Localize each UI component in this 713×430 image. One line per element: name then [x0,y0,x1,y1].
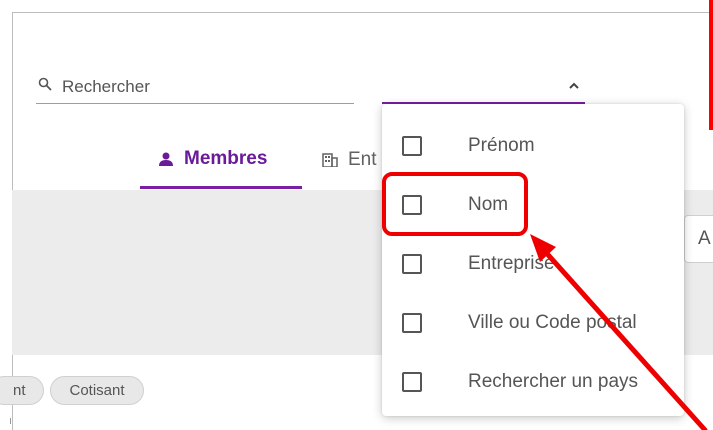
tab-members[interactable]: Membres [140,140,302,189]
chevron-up-icon[interactable] [568,78,580,89]
person-icon [158,152,174,166]
search-icon [38,77,52,91]
option-label: Rechercher un pays [468,371,639,392]
option-label: Entreprise [468,253,555,274]
filter-chip-cotisant[interactable]: Cotisant [50,376,144,405]
add-button[interactable]: A [684,215,713,263]
divider [10,418,15,424]
tab-companies-label: Ent [348,149,377,170]
option-checkbox[interactable] [402,372,422,392]
option-label: Ville ou Code postal [468,312,637,333]
search-field-select[interactable] [382,72,585,104]
add-button-label: A [698,228,711,249]
search-field[interactable] [36,75,354,104]
option-first-name[interactable]: Prénom [382,116,684,174]
option-checkbox[interactable] [402,313,422,333]
annotation-highlight-box [382,172,528,236]
option-checkbox[interactable] [402,254,422,274]
search-field-dropdown: Prénom Nom Entreprise Ville ou Code post… [382,104,684,416]
option-city-postcode[interactable]: Ville ou Code postal [382,293,684,351]
option-company[interactable]: Entreprise [382,234,684,292]
edge-marker [709,0,713,130]
option-checkbox[interactable] [402,136,422,156]
option-label: Prénom [468,135,535,156]
option-country[interactable]: Rechercher un pays [382,352,684,410]
filter-chip[interactable]: nt [0,376,44,405]
building-icon [322,152,338,168]
search-input[interactable] [62,75,342,99]
tab-members-label: Membres [184,148,268,169]
